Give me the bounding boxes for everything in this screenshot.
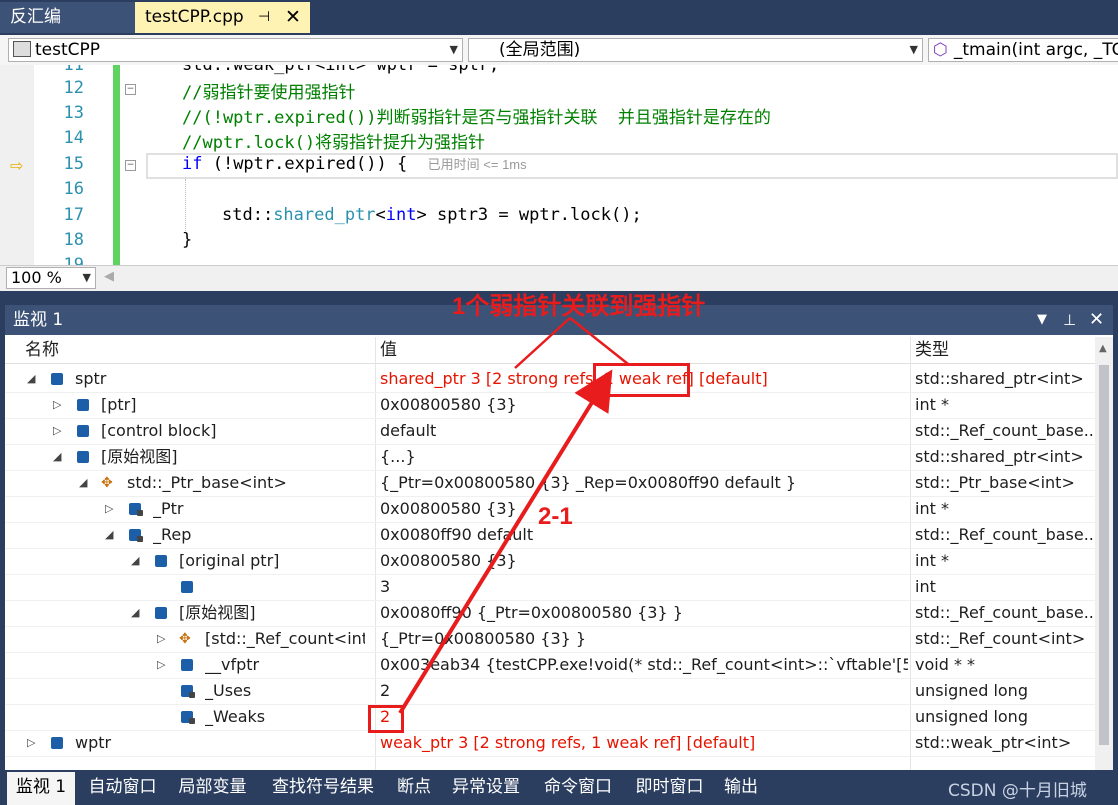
- annotation-arrows: [398, 317, 629, 715]
- pointer-line: [569, 317, 629, 365]
- pointer-line: [514, 317, 571, 369]
- arrow-up-icon: [398, 369, 613, 715]
